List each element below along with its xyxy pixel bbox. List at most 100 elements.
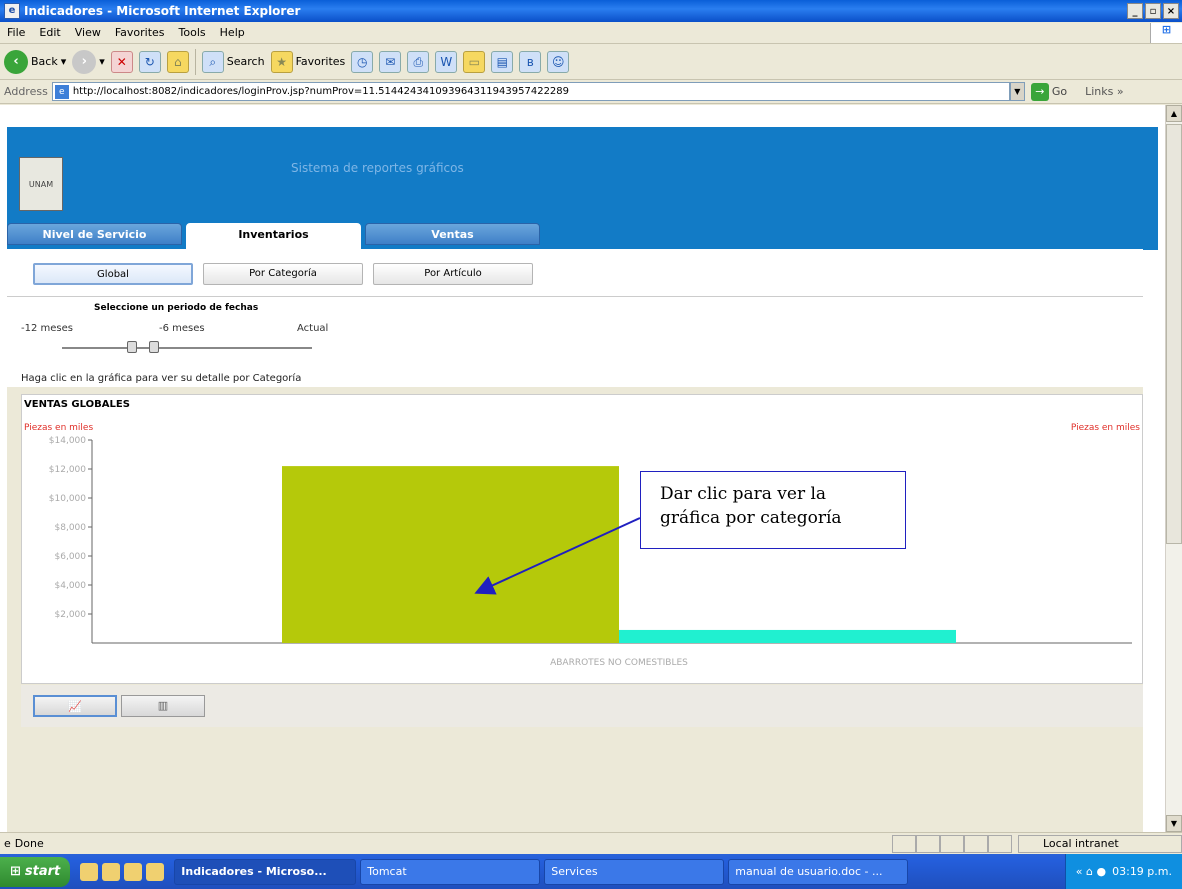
- address-dropdown[interactable]: ▼: [1009, 82, 1025, 101]
- quicklaunch-icon-2[interactable]: [102, 862, 121, 881]
- address-label: Address: [4, 85, 48, 98]
- back-arrow-icon: ‹: [4, 49, 28, 74]
- slider-handle-start[interactable]: [127, 341, 137, 353]
- period-label-actual: Actual: [297, 323, 329, 334]
- quick-launch: [80, 862, 165, 881]
- menu-tools[interactable]: Tools: [172, 26, 213, 39]
- callout-line-2: gráfica por categoría: [660, 508, 842, 528]
- close-button[interactable]: ×: [1163, 3, 1179, 19]
- chart-type-toolbar: 📈 ▥: [21, 685, 1143, 727]
- back-button[interactable]: ‹ Back ▾: [4, 49, 66, 74]
- menu-edit[interactable]: Edit: [32, 26, 67, 39]
- slider-handle-end[interactable]: [149, 341, 159, 353]
- subtab-bar: Global Por Categoría Por Artículo: [7, 249, 1143, 297]
- system-tray: « ⌂ ● 03:19 p.m.: [1064, 854, 1182, 889]
- bar-2: [619, 629, 956, 643]
- y-tick-label: $6,000: [55, 552, 87, 562]
- stop-icon[interactable]: ✕: [110, 50, 133, 73]
- tray-icons: « ⌂ ●: [1075, 865, 1107, 878]
- y-tick-label: $4,000: [55, 581, 87, 591]
- start-button[interactable]: ⊞ start: [0, 856, 71, 887]
- web-page: UNAM Sistema de reportes gráficos Nivel …: [7, 127, 1158, 832]
- chart-panel[interactable]: VENTAS GLOBALES Piezas en miles Piezas e…: [21, 394, 1143, 684]
- page-done-icon: e: [4, 837, 11, 850]
- status-bar: e Done Local intranet: [0, 832, 1182, 854]
- bluetooth-icon[interactable]: ʙ: [519, 50, 542, 73]
- y-tick-label: $2,000: [55, 610, 87, 620]
- vertical-scrollbar[interactable]: ▲ ▼: [1165, 105, 1182, 832]
- messenger-icon[interactable]: ☺: [547, 50, 570, 73]
- page-header: UNAM Sistema de reportes gráficos Nivel …: [7, 127, 1158, 250]
- window-title: Indicadores - Microsoft Internet Explore…: [24, 4, 301, 18]
- scroll-down-icon[interactable]: ▼: [1166, 815, 1182, 832]
- history-icon[interactable]: ◷: [351, 50, 374, 73]
- period-label-6: -6 meses: [159, 323, 205, 334]
- subtab-global[interactable]: Global: [33, 263, 193, 285]
- line-chart-button[interactable]: 📈: [33, 695, 117, 717]
- menu-file[interactable]: File: [0, 26, 32, 39]
- period-selector: Seleccione un periodo de fechas -12 mese…: [7, 297, 1143, 387]
- tab-inventarios[interactable]: Inventarios: [186, 223, 361, 250]
- mail-icon[interactable]: ✉: [379, 50, 402, 73]
- window-titlebar: e Indicadores - Microsoft Internet Explo…: [0, 0, 1182, 22]
- quicklaunch-icon-4[interactable]: [146, 862, 165, 881]
- browser-toolbar: ‹ Back ▾ › ▾ ✕ ↻ ⌂ ⌕ Search ★ Favorites ◷ ✉…: [0, 44, 1182, 80]
- task-indicadores[interactable]: Indicadores - Microso...: [174, 858, 357, 885]
- content-area: Global Por Categoría Por Artículo Selecc…: [7, 249, 1143, 832]
- task-manual[interactable]: manual de usuario.doc - ...: [728, 858, 909, 885]
- edit-icon[interactable]: W: [435, 50, 458, 73]
- menu-view[interactable]: View: [68, 26, 108, 39]
- quicklaunch-icon-1[interactable]: [80, 862, 99, 881]
- star-icon: ★: [270, 50, 293, 73]
- search-button[interactable]: ⌕ Search: [201, 50, 265, 73]
- refresh-icon[interactable]: ↻: [138, 50, 161, 73]
- print-icon[interactable]: ⎙: [407, 50, 430, 73]
- bar-chart-button[interactable]: ▥: [121, 695, 205, 717]
- y-tick-label: $8,000: [55, 523, 87, 533]
- scroll-up-icon[interactable]: ▲: [1166, 105, 1182, 122]
- security-zone: Local intranet: [1018, 834, 1182, 853]
- subtab-por-articulo[interactable]: Por Artículo: [373, 263, 533, 285]
- maximize-button[interactable]: ▫: [1145, 3, 1161, 19]
- search-icon: ⌕: [201, 50, 224, 73]
- address-bar: Address e http://localhost:8082/indicado…: [0, 80, 1182, 104]
- ie-icon: e: [4, 3, 20, 19]
- chart-title: VENTAS GLOBALES: [24, 399, 130, 410]
- folder-icon[interactable]: ▭: [463, 50, 486, 73]
- browser-viewport: UNAM Sistema de reportes gráficos Nivel …: [0, 105, 1182, 832]
- y-axis-label-left: Piezas en miles: [24, 423, 94, 433]
- callout-line-1: Dar clic para ver la: [660, 484, 827, 504]
- windows-logo-icon: ⊞: [1150, 22, 1182, 43]
- task-tomcat[interactable]: Tomcat: [360, 858, 541, 885]
- clock: 03:19 p.m.: [1112, 865, 1172, 878]
- minimize-button[interactable]: _: [1127, 3, 1143, 19]
- forward-button[interactable]: › ▾: [72, 49, 105, 74]
- menu-help[interactable]: Help: [213, 26, 252, 39]
- period-slider-track[interactable]: [62, 347, 312, 349]
- y-axis-label-right: Piezas en miles: [1070, 423, 1140, 433]
- address-input[interactable]: e http://localhost:8082/indicadores/logi…: [51, 82, 1010, 101]
- windows-flag-icon: ⊞: [10, 864, 21, 879]
- y-tick-label: $12,000: [49, 465, 86, 475]
- home-icon[interactable]: ⌂: [166, 50, 189, 73]
- favorites-button[interactable]: ★ Favorites: [270, 50, 345, 73]
- quicklaunch-icon-3[interactable]: [124, 862, 143, 881]
- subtab-por-categoria[interactable]: Por Categoría: [203, 263, 363, 285]
- bar-chart[interactable]: $2,000 $4,000 $6,000 $8,000 $10,000 $12,000 $1…: [22, 435, 1142, 675]
- chart-hint: Haga clic en la gráfica para ver su deta…: [21, 373, 302, 384]
- research-icon[interactable]: ▤: [491, 50, 514, 73]
- forward-arrow-icon: ›: [72, 49, 97, 74]
- menu-favorites[interactable]: Favorites: [108, 26, 172, 39]
- task-services[interactable]: Services: [544, 858, 725, 885]
- unam-logo-icon: UNAM: [19, 157, 63, 211]
- period-title: Seleccione un periodo de fechas: [94, 303, 259, 313]
- y-tick-label: $14,000: [49, 436, 86, 446]
- x-axis-label: ABARROTES NO COMESTIBLES: [550, 658, 688, 668]
- go-button[interactable]: → Go: [1030, 82, 1067, 101]
- links-button[interactable]: Links »: [1085, 85, 1124, 98]
- tab-nivel-servicio[interactable]: Nivel de Servicio: [7, 223, 182, 245]
- tab-ventas[interactable]: Ventas: [365, 223, 540, 245]
- scroll-thumb[interactable]: [1166, 124, 1182, 544]
- menu-bar: File Edit View Favorites Tools Help ⊞: [0, 22, 1182, 44]
- bar-1: [282, 466, 619, 643]
